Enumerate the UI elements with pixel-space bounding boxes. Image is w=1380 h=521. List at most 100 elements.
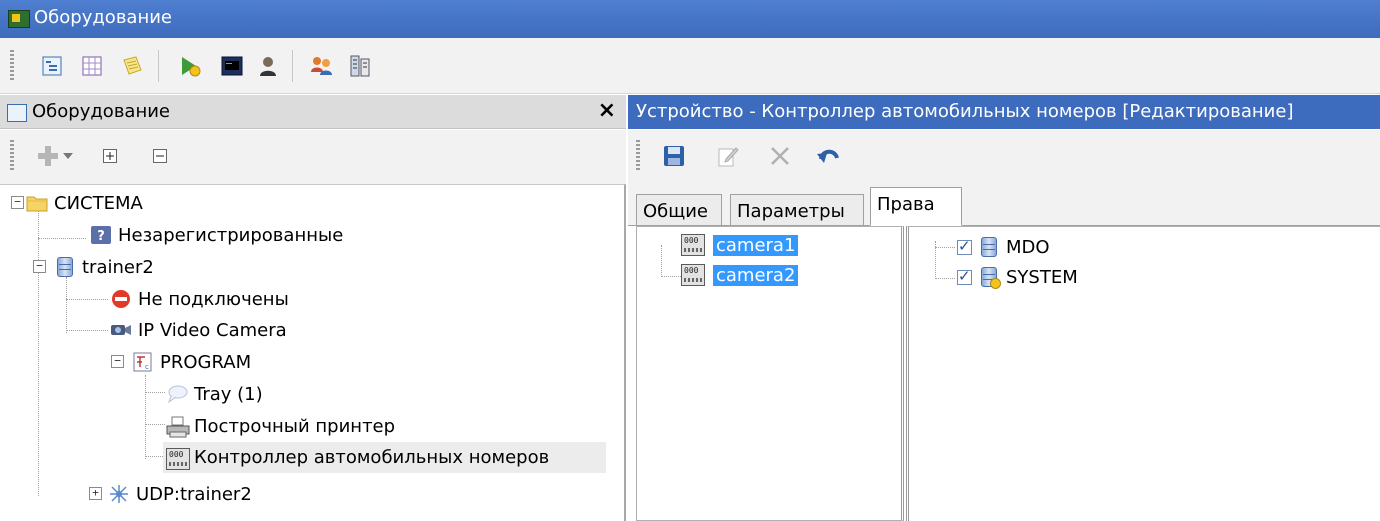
toolbar-grip[interactable] [10,140,14,172]
mdo-checkbox[interactable] [957,237,972,255]
tab-general[interactable]: Общие [636,194,722,225]
tree-item-program[interactable]: c PROGRAM [132,348,251,376]
collapse-toggle[interactable]: − [11,196,24,209]
tree-item-tray[interactable]: Tray (1) [166,380,263,408]
camera-icon [110,320,132,340]
tray-icon [166,384,188,404]
printer-icon [166,416,190,438]
tree-item-not-connected[interactable]: Не подключены [110,285,289,313]
hardware-icon[interactable] [346,52,374,80]
add-icon[interactable] [34,142,62,170]
toolbar-separator [292,50,293,82]
server-icon [978,237,1000,257]
equipment-panel-header: Оборудование × [0,95,626,129]
collapse-all-icon[interactable] [146,142,174,170]
tree-line [145,375,147,459]
stop-icon [110,289,132,309]
device-label: camera2 [713,264,799,286]
question-icon: ? [90,225,112,245]
tree-item-ip-video-camera[interactable]: IP Video Camera [110,316,287,344]
terminal-icon[interactable] [218,52,246,80]
tree-item-label: UDP:trainer2 [136,483,252,505]
collapse-toggle[interactable]: − [33,260,46,273]
system-checkbox[interactable] [957,267,972,285]
devices-list: camera1 camera2 [636,226,904,521]
svg-text:c: c [145,363,149,371]
device-tabs: Общие Параметры Права [628,184,1380,226]
plate-controller-icon [681,234,707,256]
device-item-camera2[interactable]: camera2 [681,261,799,289]
tree-item-unregistered[interactable]: ? Незарегистрированные [90,221,343,249]
toolbar-grip[interactable] [10,50,14,82]
tree-item-label: Построчный принтер [194,415,396,437]
tree-item-label: IP Video Camera [138,319,287,341]
plate-controller-icon [166,447,190,470]
tree-item-udp-trainer2[interactable]: UDP:trainer2 [108,480,252,508]
device-label: camera1 [713,234,799,256]
delete-icon[interactable] [766,142,794,170]
close-icon[interactable]: × [598,98,616,123]
tree-item-label: Незарегистрированные [118,224,344,246]
tab-rights[interactable]: Права [870,187,962,226]
tree-line [66,299,108,301]
tree-item-label: СИСТЕМА [54,192,143,214]
undo-icon[interactable] [814,142,842,170]
save-icon[interactable] [660,142,688,170]
tree-line [935,247,955,249]
tree-line [661,245,663,277]
network-icon [108,484,130,504]
device-editor-title: Устройство - Контроллер автомобильных но… [636,101,1294,122]
tree-item-trainer2[interactable]: trainer2 [54,253,154,281]
tree-item-label: trainer2 [82,256,154,278]
tree-line [145,392,165,394]
rights-item-system: SYSTEM [957,263,1078,291]
tree-line [935,278,955,280]
title-bar: Оборудование [0,0,1380,38]
equipment-panel-title: Оборудование [32,101,170,122]
equipment-toolbar [0,130,626,184]
program-icon: c [132,352,154,372]
rights-label: MDO [1006,236,1050,258]
plate-controller-icon [681,264,707,286]
device-editor-header: Устройство - Контроллер автомобильных но… [628,95,1380,129]
tab-parameters[interactable]: Параметры [730,194,864,225]
tree-line [145,456,165,458]
app-icon [8,10,30,28]
tree-line [38,211,40,496]
server-icon [978,267,1001,289]
rights-item-mdo: MDO [957,233,1050,261]
expand-toggle[interactable]: + [89,487,102,500]
edit-icon[interactable] [714,142,742,170]
svg-text:?: ? [97,229,105,244]
tree-line [66,330,108,332]
device-item-camera1[interactable]: camera1 [681,231,799,259]
tree-item-label: Контроллер автомобильных номеров [194,447,550,468]
equipment-tree: − СИСТЕМА ? Незарегистрированные − train… [0,184,626,521]
tree-item-label: PROGRAM [160,351,252,373]
tree-line [661,276,681,278]
expand-all-icon[interactable] [96,142,124,170]
tree-view-icon[interactable] [38,52,66,80]
rights-label: SYSTEM [1006,266,1078,288]
tree-view-icon [7,104,27,122]
user-icon[interactable] [254,52,282,80]
tree-item-system[interactable]: СИСТЕМА [26,189,143,217]
main-toolbar [0,38,1380,94]
users-icon[interactable] [308,52,336,80]
run-icon[interactable] [176,52,204,80]
device-editor-toolbar [628,130,1380,184]
tree-item-line-printer[interactable]: Построчный принтер [166,412,395,440]
dropdown-arrow-icon[interactable] [60,142,76,170]
tree-line [38,238,86,240]
tree-line [66,277,68,333]
tree-line [145,424,165,426]
toolbar-grip[interactable] [636,140,640,172]
tree-item-plate-controller[interactable]: Контроллер автомобильных номеров [163,442,606,473]
server-icon [54,257,76,277]
tree-item-label: Tray (1) [194,383,263,405]
toolbar-separator [158,50,159,82]
grid-view-icon[interactable] [78,52,106,80]
rights-list: MDO SYSTEM [906,226,1380,521]
collapse-toggle[interactable]: − [111,355,124,368]
notes-icon[interactable] [118,52,146,80]
